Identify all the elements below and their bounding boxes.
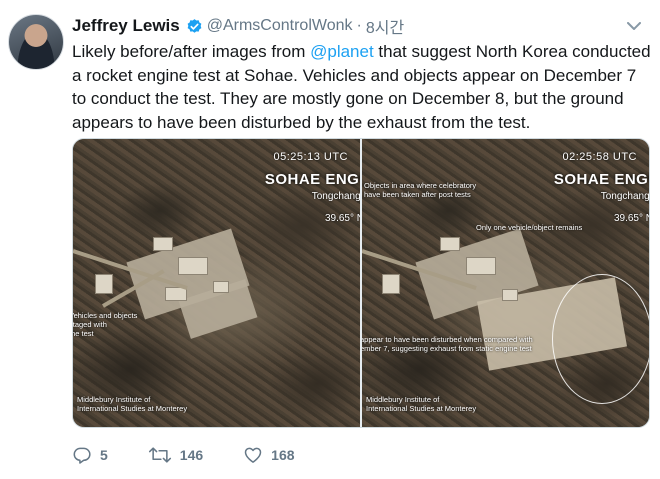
tweet-time[interactable]: 8시간 xyxy=(366,14,404,38)
separator-dot: · xyxy=(356,17,362,34)
mention-link[interactable]: @planet xyxy=(310,42,374,61)
author-handle[interactable]: @ArmsControlWonk xyxy=(207,17,353,35)
image-site-label: SOHAE ENGI xyxy=(264,171,360,188)
image-credit: Middlebury Institute of International St… xyxy=(366,395,476,413)
verified-badge-icon xyxy=(186,18,203,35)
reply-icon xyxy=(72,445,92,465)
image-coordinate-label: 39.65° N xyxy=(613,213,649,224)
image-timestamp: 02:25:58 UTC xyxy=(562,151,637,163)
image-site-label: SOHAE ENGI xyxy=(553,171,649,188)
image-credit: Middlebury Institute of International St… xyxy=(77,395,187,413)
retweet-button[interactable]: 146 xyxy=(148,445,203,465)
satellite-image-after[interactable]: 02:25:58 UTC SOHAE ENGI Tongchang- 39.65… xyxy=(362,139,649,427)
heart-icon xyxy=(243,445,263,465)
tweet-text: Likely before/after images from @planet … xyxy=(72,40,652,134)
image-annotation: Vehicles and objects xyxy=(73,311,138,320)
image-timestamp: 05:25:13 UTC xyxy=(273,151,348,163)
tweet-actions: 5 146 168 xyxy=(72,442,335,468)
image-annotation: Objects in area where celebratory xyxy=(364,181,477,190)
satellite-image-before[interactable]: 05:25:13 UTC SOHAE ENGI Tongchang- 39.65… xyxy=(73,139,360,427)
tweet-text-before: Likely before/after images from xyxy=(72,42,311,61)
image-location-label: Tongchang- xyxy=(600,191,649,202)
author-name[interactable]: Jeffrey Lewis xyxy=(72,16,180,36)
reply-button[interactable]: 5 xyxy=(72,445,108,465)
image-annotation: Only one vehicle/object remains xyxy=(476,223,583,232)
chevron-down-icon[interactable] xyxy=(624,18,644,34)
retweet-icon xyxy=(148,445,172,465)
reply-count: 5 xyxy=(100,447,108,463)
image-coordinate-label: 39.65° N xyxy=(324,213,360,224)
like-count: 168 xyxy=(271,447,295,463)
media-container: 05:25:13 UTC SOHAE ENGI Tongchang- 39.65… xyxy=(72,138,650,428)
image-annotation: have been taken after post tests xyxy=(364,190,471,199)
image-credit-line: Middlebury Institute of xyxy=(77,395,151,404)
image-annotation: the test xyxy=(73,329,94,338)
image-annotation: ember 7, suggesting exhaust from static … xyxy=(362,344,532,353)
image-location-label: Tongchang- xyxy=(311,191,360,202)
image-annotation: staged with xyxy=(73,320,107,329)
like-button[interactable]: 168 xyxy=(243,445,295,465)
tweet: Jeffrey Lewis @ArmsControlWonk · 8시간 Lik… xyxy=(0,0,660,479)
tweet-header: Jeffrey Lewis @ArmsControlWonk · 8시간 xyxy=(72,14,404,38)
image-credit-line: International Studies at Monterey xyxy=(366,404,477,413)
avatar[interactable] xyxy=(8,14,64,70)
image-credit-line: International Studies at Monterey xyxy=(77,404,188,413)
retweet-count: 146 xyxy=(179,447,204,463)
image-credit-line: Middlebury Institute of xyxy=(366,395,440,404)
image-annotation: appear to have been disturbed when compa… xyxy=(362,335,533,344)
